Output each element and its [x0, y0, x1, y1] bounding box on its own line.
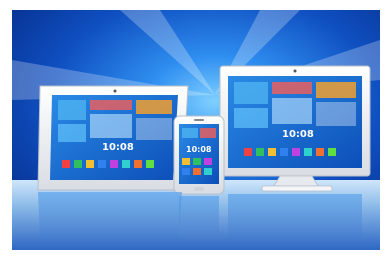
device-reflections: [38, 192, 362, 240]
tablet-camera: [113, 89, 117, 93]
desktop-monitor: 10:08: [219, 65, 371, 192]
smartphone-device: 10:08: [173, 115, 225, 195]
tablet-clock: 10:08: [102, 142, 134, 153]
tablet-device: 10:08: [37, 85, 189, 191]
phone-clock: 10:08: [186, 145, 212, 154]
phone-home-button: [194, 187, 204, 191]
monitor-clock: 10:08: [282, 129, 314, 140]
product-photo: 10:08 10:08 10:08: [0, 0, 392, 259]
monitor-stand: [273, 175, 319, 187]
